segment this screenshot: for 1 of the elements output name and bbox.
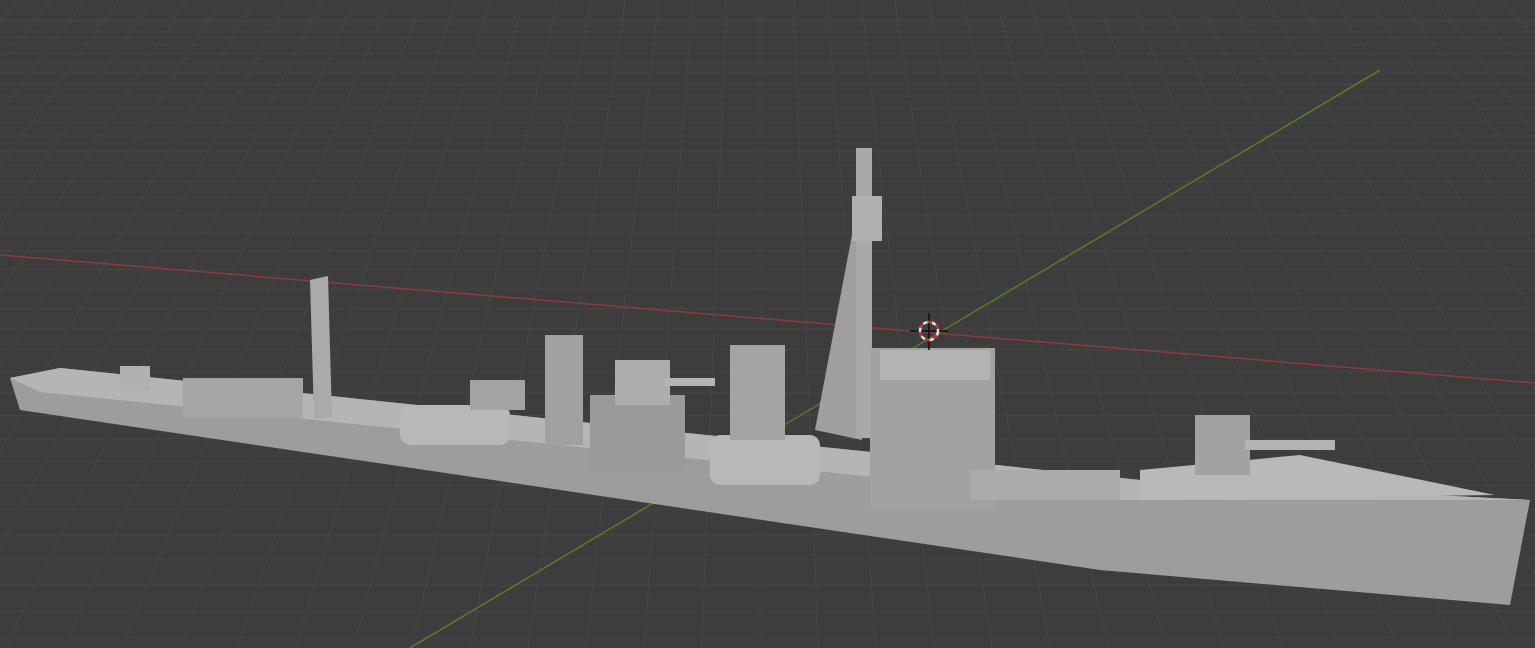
3d-cursor-icon[interactable] bbox=[909, 312, 949, 351]
